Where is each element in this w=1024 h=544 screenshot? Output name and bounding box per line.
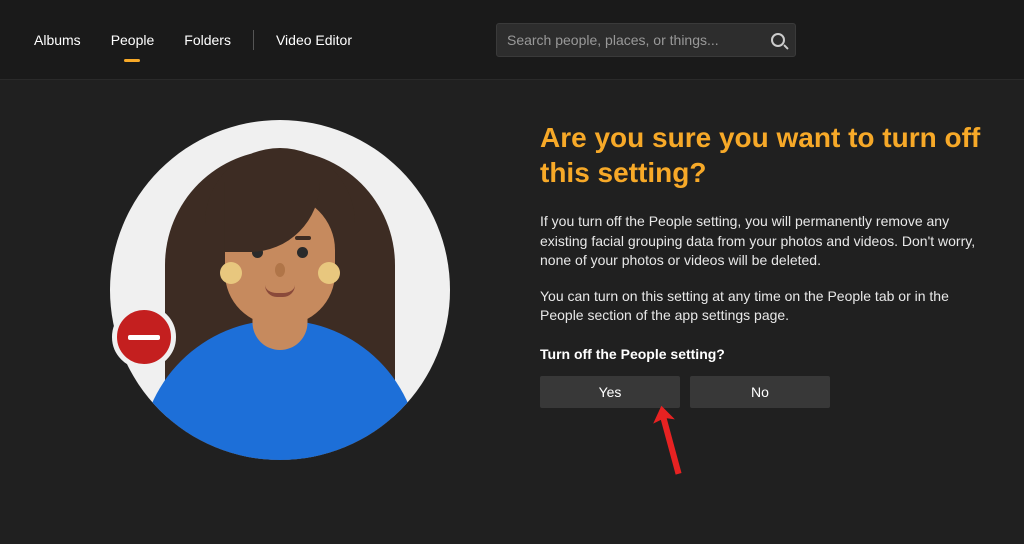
dialog-heading: Are you sure you want to turn off this s… bbox=[540, 120, 984, 190]
top-bar: Albums People Folders Video Editor bbox=[0, 0, 1024, 80]
avatar-circle bbox=[110, 120, 450, 460]
dialog-paragraph-2: You can turn on this setting at any time… bbox=[540, 287, 984, 326]
dialog-paragraph-1: If you turn off the People setting, you … bbox=[540, 212, 984, 271]
tab-video-editor[interactable]: Video Editor bbox=[262, 24, 366, 56]
dialog-prompt: Turn off the People setting? bbox=[540, 346, 984, 362]
annotation-arrow-icon bbox=[650, 400, 710, 480]
tab-albums[interactable]: Albums bbox=[20, 24, 95, 56]
no-button[interactable]: No bbox=[690, 376, 830, 408]
dialog-text: Are you sure you want to turn off this s… bbox=[520, 110, 984, 514]
search-input[interactable] bbox=[507, 32, 763, 48]
illustration bbox=[40, 110, 520, 514]
search-icon[interactable] bbox=[771, 33, 785, 47]
nav-separator bbox=[253, 30, 254, 50]
content-area: Are you sure you want to turn off this s… bbox=[0, 80, 1024, 544]
nav-tabs: Albums People Folders Video Editor bbox=[20, 24, 366, 56]
search-box[interactable] bbox=[496, 23, 796, 57]
tab-folders[interactable]: Folders bbox=[170, 24, 245, 56]
tab-people[interactable]: People bbox=[97, 24, 169, 56]
dialog-buttons: Yes No bbox=[540, 376, 984, 408]
remove-badge-icon bbox=[112, 305, 176, 369]
